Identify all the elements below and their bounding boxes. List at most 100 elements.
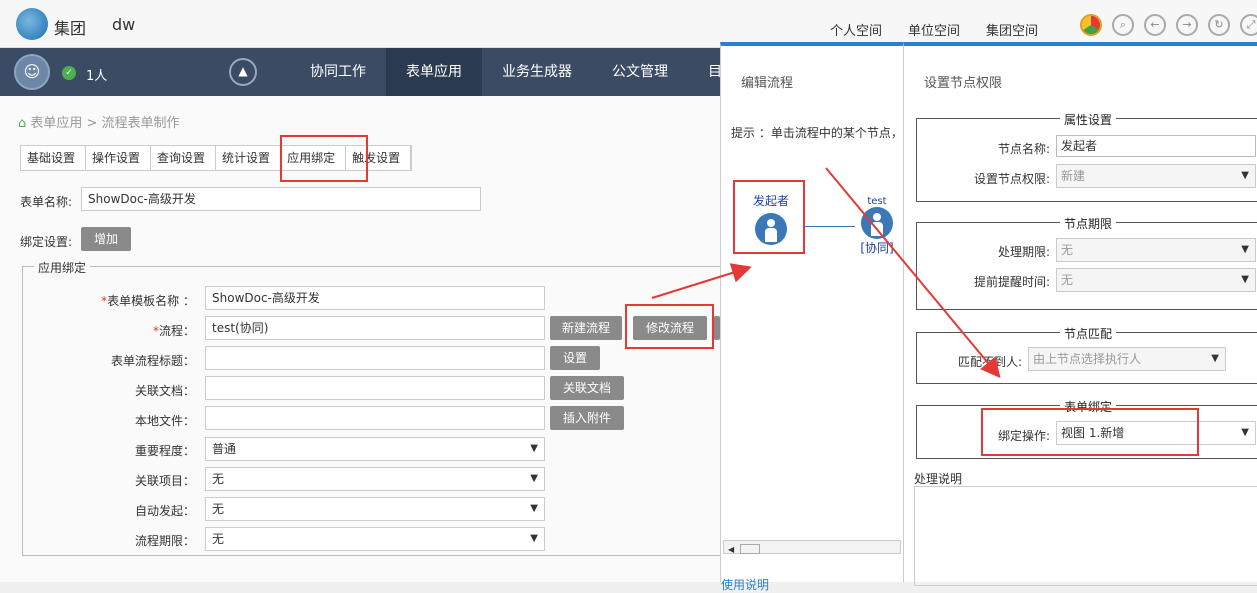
person-icon xyxy=(861,207,893,239)
horizontal-scrollbar[interactable]: ◀ xyxy=(723,540,901,554)
related-doc-button[interactable]: 关联文档 xyxy=(550,376,624,400)
related-project-select[interactable]: 无 ▼ xyxy=(205,467,545,491)
match-section-title: 节点匹配 xyxy=(1059,327,1116,341)
node-perm-label: 设置节点权限: xyxy=(973,172,1050,186)
logo-icon xyxy=(16,8,48,40)
dropdown-arrow-icon: ▼ xyxy=(530,443,538,454)
settings-button[interactable]: 设置 xyxy=(550,346,600,370)
tab-basic[interactable]: 基础设置 xyxy=(21,146,87,170)
node-permission-dialog: 设置节点权限 属性设置 节点名称: 发起者 设置节点权限: 新建 ▼ 节点期限 处… xyxy=(903,42,1257,586)
nav-document-mgmt[interactable]: 公文管理 xyxy=(592,48,688,96)
form-name-label: 表单名称: xyxy=(20,195,73,209)
process-deadline-label: 处理期限: xyxy=(997,245,1050,259)
dropdown-arrow-icon: ▼ xyxy=(1211,353,1219,364)
breadcrumb-text: 表单应用 > 流程表单制作 xyxy=(30,116,180,131)
online-count: 1人 xyxy=(86,69,108,84)
flow-deadline-select[interactable]: 无 ▼ xyxy=(205,527,545,551)
app-binding-legend: 应用绑定 xyxy=(34,259,91,276)
node-name-input[interactable]: 发起者 xyxy=(1056,135,1256,157)
importance-label: 重要程度： xyxy=(134,444,195,458)
process-desc-label: 处理说明 xyxy=(914,472,963,486)
new-flow-button[interactable]: 新建流程 xyxy=(550,316,622,340)
refresh-icon[interactable]: ↻ xyxy=(1208,14,1230,36)
tab-query[interactable]: 查询设置 xyxy=(151,146,217,170)
node-perm-select[interactable]: 新建 ▼ xyxy=(1056,164,1256,188)
attr-section-title: 属性设置 xyxy=(1059,113,1116,127)
auto-start-label: 自动发起： xyxy=(134,504,195,518)
nav-form-app[interactable]: 表单应用 xyxy=(386,48,482,96)
back-icon[interactable]: ← xyxy=(1144,14,1166,36)
fullscreen-icon[interactable]: ⤢ xyxy=(1240,14,1257,36)
template-name-label: *表单模板名称 ： xyxy=(101,294,195,308)
chrome-icon[interactable] xyxy=(1080,14,1102,36)
dropdown-arrow-icon: ▼ xyxy=(530,503,538,514)
dropdown-arrow-icon: ▼ xyxy=(1241,274,1249,285)
flow-input[interactable]: test(协同) xyxy=(205,316,545,340)
no-match-label: 匹配不到人: xyxy=(957,355,1022,369)
insert-attachment-button[interactable]: 插入附件 xyxy=(550,406,624,430)
highlight-box-edit-flow xyxy=(625,304,714,349)
process-deadline-select[interactable]: 无 ▼ xyxy=(1056,238,1256,262)
forward-icon[interactable]: → xyxy=(1176,14,1198,36)
main-nav: 协同工作 表单应用 业务生成器 公文管理 目 xyxy=(290,48,742,96)
no-match-select[interactable]: 由上节点选择执行人 ▼ xyxy=(1028,347,1226,371)
link-personal-space[interactable]: 个人空间 xyxy=(830,20,883,44)
highlight-box-initiator xyxy=(733,180,805,254)
scroll-left-icon[interactable]: ◀ xyxy=(728,545,734,554)
dropdown-arrow-icon: ▼ xyxy=(1241,170,1249,181)
node-name: test xyxy=(867,196,887,207)
space-links: 个人空间 单位空间 集团空间 xyxy=(830,20,1038,44)
flow-node-test[interactable]: test [协同] xyxy=(855,196,899,256)
highlight-box-tab xyxy=(280,135,368,182)
form-name-input[interactable]: ShowDoc-高级开发 xyxy=(81,187,481,211)
edit-flow-dialog: 编辑流程 提示 ：单击流程中的某个节点， 发起者 test [协同] ◀ 使用说… xyxy=(720,42,903,592)
auto-start-select[interactable]: 无 ▼ xyxy=(205,497,545,521)
related-doc-label: 关联文档： xyxy=(134,384,195,398)
remind-time-select[interactable]: 无 ▼ xyxy=(1056,268,1256,292)
add-button[interactable]: 增加 xyxy=(81,227,131,251)
flow-label: *流程： xyxy=(152,324,195,338)
home-icon[interactable]: ⌂ xyxy=(18,116,30,131)
importance-select[interactable]: 普通 ▼ xyxy=(205,437,545,461)
breadcrumb: ⌂ 表单应用 > 流程表单制作 xyxy=(18,112,180,131)
related-project-label: 关联项目： xyxy=(134,474,195,488)
dropdown-arrow-icon: ▼ xyxy=(1241,427,1249,438)
node-permission-title: 设置节点权限 xyxy=(924,76,1003,91)
dropdown-arrow-icon: ▼ xyxy=(530,533,538,544)
attr-section: 属性设置 xyxy=(916,113,1257,202)
process-desc-textarea[interactable] xyxy=(914,486,1257,586)
top-bar xyxy=(0,0,1257,48)
top-icons: ⌕ ← → ↻ ⤢ xyxy=(1080,14,1257,36)
related-doc-input[interactable] xyxy=(205,376,545,400)
avatar[interactable]: ☺ xyxy=(14,54,50,90)
link-unit-space[interactable]: 单位空间 xyxy=(908,20,960,44)
deadline-section-title: 节点期限 xyxy=(1059,217,1116,231)
dropdown-arrow-icon: ▼ xyxy=(530,473,538,484)
tab-operation[interactable]: 操作设置 xyxy=(86,146,152,170)
org-name: 集团 xyxy=(54,19,87,38)
search-icon[interactable]: ⌕ xyxy=(1112,14,1134,36)
remind-time-label: 提前提醒时间: xyxy=(973,275,1050,289)
highlight-box-bind-op xyxy=(981,408,1199,456)
node-name-label: 节点名称: xyxy=(997,142,1050,156)
flow-deadline-label: 流程期限： xyxy=(134,534,195,548)
flow-title-input[interactable] xyxy=(205,346,545,370)
nav-biz-generator[interactable]: 业务生成器 xyxy=(482,48,592,96)
user-code: dw xyxy=(112,15,136,34)
tab-stats[interactable]: 统计设置 xyxy=(216,146,282,170)
scroll-thumb[interactable] xyxy=(740,543,761,554)
nav-collaboration[interactable]: 协同工作 xyxy=(290,48,386,96)
link-group-space[interactable]: 集团空间 xyxy=(986,20,1038,44)
local-file-label: 本地文件： xyxy=(134,414,195,428)
online-status-icon: ✓ xyxy=(62,66,76,80)
deadline-section: 节点期限 xyxy=(916,217,1257,310)
local-file-input[interactable] xyxy=(205,406,545,430)
flow-connector xyxy=(805,226,855,227)
bind-setting-label: 绑定设置: xyxy=(20,235,73,249)
usage-help-link[interactable]: 使用说明 xyxy=(721,576,769,593)
nav-logo-icon[interactable]: ▲ xyxy=(229,58,257,86)
template-name-input[interactable]: ShowDoc-高级开发 xyxy=(205,286,545,310)
flow-title-label: 表单流程标题： xyxy=(110,354,195,368)
edit-flow-title: 编辑流程 xyxy=(741,76,794,91)
dropdown-arrow-icon: ▼ xyxy=(1241,244,1249,255)
